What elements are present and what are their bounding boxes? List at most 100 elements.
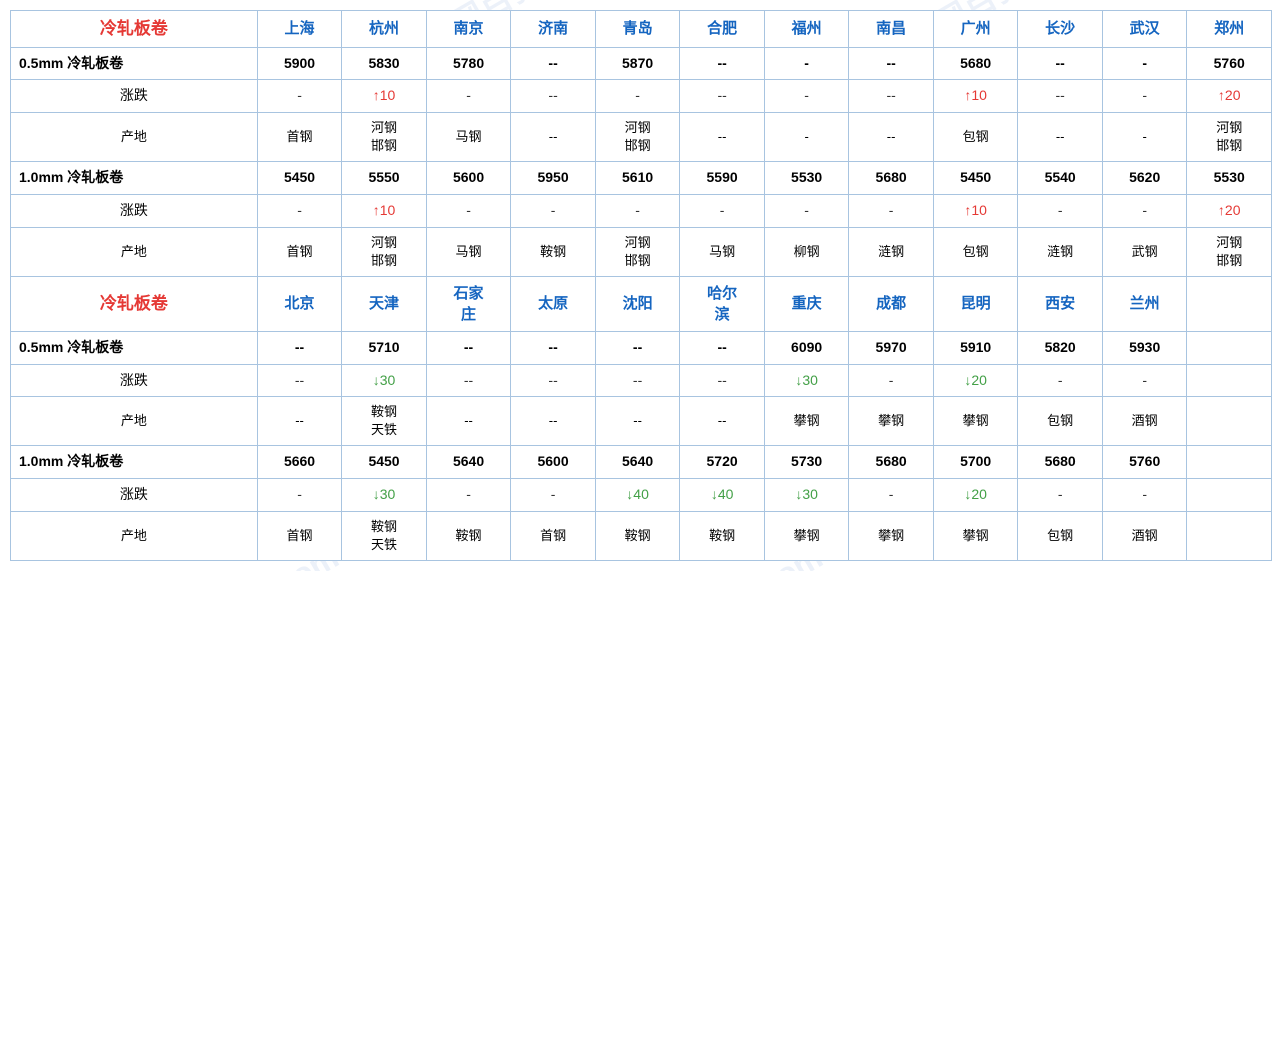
s1-c2-hefei: -	[680, 194, 765, 227]
s2-o1-beijing: --	[257, 397, 342, 446]
s2-o1-harbin: --	[680, 397, 765, 446]
s1-c1-jinan: --	[511, 80, 596, 113]
s1-p2-jinan: 5950	[511, 162, 596, 195]
s2-o2-kunming: 攀钢	[933, 511, 1018, 560]
header-beijing: 北京	[257, 276, 342, 331]
header-jinan: 济南	[511, 11, 596, 48]
header-changsha: 长沙	[1018, 11, 1103, 48]
s1-o1-nanjing: 马钢	[426, 112, 511, 161]
s2-p2-harbin: 5720	[680, 446, 765, 479]
s2-o2-shijiazhuang: 鞍钢	[426, 511, 511, 560]
header-shenyang: 沈阳	[595, 276, 680, 331]
s1-o1-qingdao: 河钢邯钢	[595, 112, 680, 161]
s2-o2-shenyang: 鞍钢	[595, 511, 680, 560]
s2-o2-harbin: 鞍钢	[680, 511, 765, 560]
s2-c1-taiyuan: --	[511, 364, 596, 397]
header-chongqing: 重庆	[764, 276, 849, 331]
s1-o1-hangzhou: 河钢邯钢	[342, 112, 427, 161]
s1-o1-jinan: --	[511, 112, 596, 161]
header-harbin: 哈尔滨	[680, 276, 765, 331]
section1-header: 冷轧板卷 上海 杭州 南京 济南 青岛 合肥 福州 南昌 广州 长沙 武汉 郑州	[11, 11, 1272, 48]
s2-change1-label: 涨跌	[11, 364, 258, 397]
s1-o2-fuzhou: 柳钢	[764, 227, 849, 276]
s1-c1-nanjing: -	[426, 80, 511, 113]
s2-c2-kunming: ↓20	[933, 479, 1018, 512]
s1-o1-shanghai: 首钢	[257, 112, 342, 161]
s1-c2-guangzhou: ↑10	[933, 194, 1018, 227]
header-lanzhou: 兰州	[1102, 276, 1187, 331]
s2-origin1-label: 产地	[11, 397, 258, 446]
s2-c2-beijing: -	[257, 479, 342, 512]
s1-o2-guangzhou: 包钢	[933, 227, 1018, 276]
s2-c1-shijiazhuang: --	[426, 364, 511, 397]
s1-o2-wuhan: 武钢	[1102, 227, 1187, 276]
s1-c2-wuhan: -	[1102, 194, 1187, 227]
s2-product1-label: 0.5mm 冷轧板卷	[11, 331, 258, 364]
header-wuhan: 武汉	[1102, 11, 1187, 48]
s1-p1-zhengzhou: 5760	[1187, 47, 1272, 80]
s2-p1-shijiazhuang: --	[426, 331, 511, 364]
s1-c1-shanghai: -	[257, 80, 342, 113]
s2-o1-kunming: 攀钢	[933, 397, 1018, 446]
s1-c2-nanjing: -	[426, 194, 511, 227]
s1-o2-jinan: 鞍钢	[511, 227, 596, 276]
s2-p1-beijing: --	[257, 331, 342, 364]
s1-c2-shanghai: -	[257, 194, 342, 227]
s2-o1-lanzhou: 酒钢	[1102, 397, 1187, 446]
s2-origin2-row: 产地 首钢 鞍钢天铁 鞍钢 首钢 鞍钢 鞍钢 攀钢 攀钢 攀钢 包钢 酒钢	[11, 511, 1272, 560]
s1-p2-hangzhou: 5550	[342, 162, 427, 195]
s1-c1-nanchang: --	[849, 80, 934, 113]
s2-product2-row: 1.0mm 冷轧板卷 5660 5450 5640 5600 5640 5720…	[11, 446, 1272, 479]
s1-c2-hangzhou: ↑10	[342, 194, 427, 227]
s1-o1-zhengzhou: 河钢邯钢	[1187, 112, 1272, 161]
s2-o2-beijing: 首钢	[257, 511, 342, 560]
s1-o2-hefei: 马钢	[680, 227, 765, 276]
s2-o1-empty	[1187, 397, 1272, 446]
s2-product1-row: 0.5mm 冷轧板卷 -- 5710 -- -- -- -- 6090 5970…	[11, 331, 1272, 364]
s2-c2-harbin: ↓40	[680, 479, 765, 512]
s1-c1-qingdao: -	[595, 80, 680, 113]
s2-change2-label: 涨跌	[11, 479, 258, 512]
s2-o2-chongqing: 攀钢	[764, 511, 849, 560]
s1-c1-guangzhou: ↑10	[933, 80, 1018, 113]
s1-p2-hefei: 5590	[680, 162, 765, 195]
s2-p2-shenyang: 5640	[595, 446, 680, 479]
s2-c1-harbin: --	[680, 364, 765, 397]
s2-o2-xian: 包钢	[1018, 511, 1103, 560]
header-zhengzhou: 郑州	[1187, 11, 1272, 48]
s1-p2-changsha: 5540	[1018, 162, 1103, 195]
s1-o1-nanchang: --	[849, 112, 934, 161]
s2-o2-taiyuan: 首钢	[511, 511, 596, 560]
s2-c1-beijing: --	[257, 364, 342, 397]
section1-title: 冷轧板卷	[11, 11, 258, 48]
s1-o2-qingdao: 河钢邯钢	[595, 227, 680, 276]
s1-o1-guangzhou: 包钢	[933, 112, 1018, 161]
s2-p2-lanzhou: 5760	[1102, 446, 1187, 479]
s2-c1-chengdu: -	[849, 364, 934, 397]
s1-c2-qingdao: -	[595, 194, 680, 227]
s2-o1-shijiazhuang: --	[426, 397, 511, 446]
s1-p2-zhengzhou: 5530	[1187, 162, 1272, 195]
s2-o2-chengdu: 攀钢	[849, 511, 934, 560]
s1-c2-nanchang: -	[849, 194, 934, 227]
s2-origin2-label: 产地	[11, 511, 258, 560]
s2-c2-empty	[1187, 479, 1272, 512]
section2-title: 冷轧板卷	[11, 276, 258, 331]
s1-c1-changsha: --	[1018, 80, 1103, 113]
s1-origin1-row: 产地 首钢 河钢邯钢 马钢 -- 河钢邯钢 -- - -- 包钢 -- - 河钢…	[11, 112, 1272, 161]
s1-c2-changsha: -	[1018, 194, 1103, 227]
s2-p2-chongqing: 5730	[764, 446, 849, 479]
s1-p1-qingdao: 5870	[595, 47, 680, 80]
header-shijiazhuang: 石家庄	[426, 276, 511, 331]
s2-o1-tianjin: 鞍钢天铁	[342, 397, 427, 446]
s2-o2-lanzhou: 酒钢	[1102, 511, 1187, 560]
s1-change2-label: 涨跌	[11, 194, 258, 227]
page-wrapper: ZGW.com 中国互联网百强企业 ZGW.com 中国互联网百强企业 ZGW.…	[0, 0, 1282, 571]
s1-c2-jinan: -	[511, 194, 596, 227]
s2-c1-shenyang: --	[595, 364, 680, 397]
s2-c1-lanzhou: -	[1102, 364, 1187, 397]
s2-origin1-row: 产地 -- 鞍钢天铁 -- -- -- -- 攀钢 攀钢 攀钢 包钢 酒钢	[11, 397, 1272, 446]
s2-change1-row: 涨跌 -- ↓30 -- -- -- -- ↓30 - ↓20 - -	[11, 364, 1272, 397]
s1-origin2-label: 产地	[11, 227, 258, 276]
s2-p1-shenyang: --	[595, 331, 680, 364]
